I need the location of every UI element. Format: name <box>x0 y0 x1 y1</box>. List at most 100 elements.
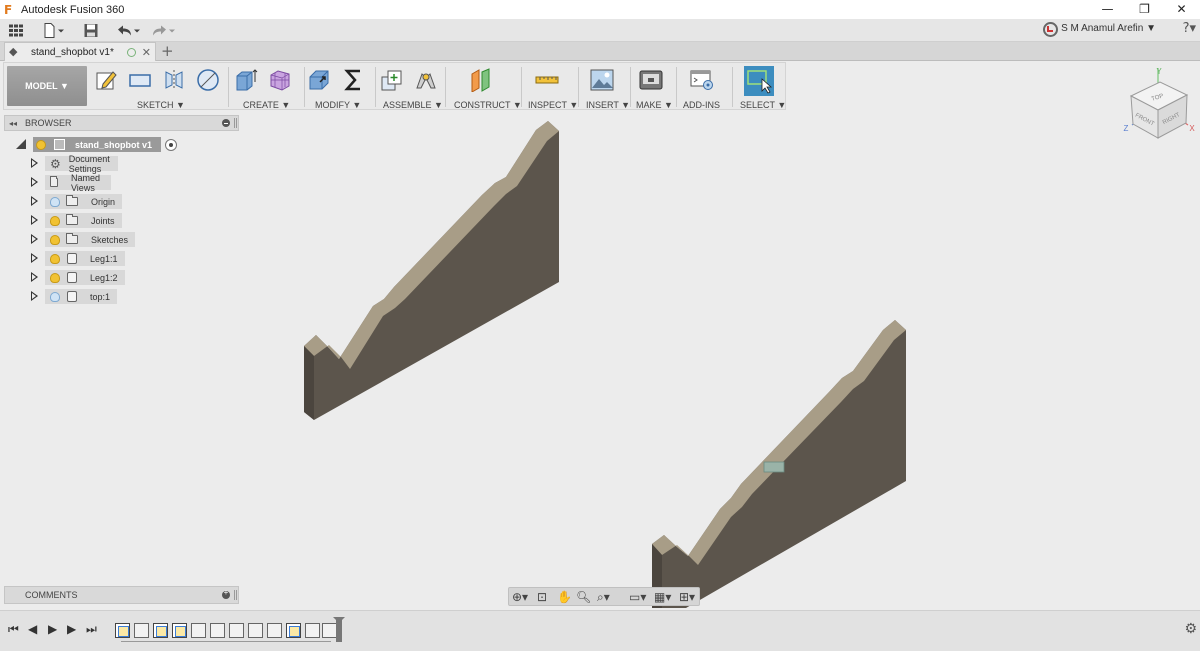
timeline-sketch-feature[interactable] <box>153 623 168 638</box>
compute-all-icon[interactable] <box>342 68 366 92</box>
root-expanded-icon[interactable] <box>16 139 26 149</box>
insert-menu-label[interactable]: INSERT ▼ <box>586 100 630 110</box>
timeline-feature[interactable] <box>210 623 225 638</box>
activate-component-icon[interactable] <box>165 139 177 151</box>
timeline-joint-feature[interactable] <box>248 623 263 638</box>
play-icon[interactable]: ▶ <box>48 622 57 636</box>
grid-settings-icon[interactable]: ▦▾ <box>654 589 671 605</box>
pan-hand-icon[interactable]: ✋ <box>557 589 572 605</box>
visibility-bulb-icon[interactable] <box>50 253 60 264</box>
timeline-component-feature[interactable] <box>229 623 244 638</box>
timeline-marker[interactable] <box>333 617 345 642</box>
undo-icon[interactable] <box>114 22 142 39</box>
timeline-component-feature[interactable] <box>322 623 337 638</box>
visibility-bulb-icon[interactable] <box>50 234 60 245</box>
visibility-bulb-icon[interactable] <box>50 291 60 302</box>
make-menu-label[interactable]: MAKE ▼ <box>636 100 673 110</box>
minimize-browser-icon[interactable] <box>222 119 230 127</box>
expand-arrow-icon[interactable] <box>31 272 38 282</box>
joint-glyph-icon[interactable] <box>763 461 785 473</box>
form-icon[interactable] <box>268 68 292 92</box>
viewports-icon[interactable]: ⊞▾ <box>679 589 695 605</box>
panel-grip-icon[interactable] <box>234 590 237 600</box>
minimize-button[interactable]: — <box>1089 0 1126 19</box>
visibility-bulb-icon[interactable] <box>50 272 60 283</box>
measure-icon[interactable] <box>535 68 559 92</box>
user-account-menu[interactable]: S M Anamul Arefin ▼ <box>1061 23 1156 34</box>
expand-arrow-icon[interactable] <box>31 177 38 187</box>
timeline-extrude-feature[interactable] <box>134 623 149 638</box>
browser-item-leg1-1[interactable]: Leg1:1 <box>45 251 125 266</box>
close-tab-icon[interactable]: ✕ <box>142 46 151 59</box>
display-settings-icon[interactable]: ▭▾ <box>629 589 646 605</box>
construct-menu-label[interactable]: CONSTRUCT ▼ <box>454 100 522 110</box>
document-tab[interactable]: ◆ stand_shopbot v1* ✕ <box>4 42 156 61</box>
browser-item-top-1[interactable]: top:1 <box>45 289 118 304</box>
browser-root-component[interactable]: stand_shopbot v1 <box>33 137 161 152</box>
data-panel-grid-icon[interactable] <box>8 22 24 39</box>
save-icon[interactable] <box>83 22 99 39</box>
modify-menu-label[interactable]: MODIFY ▼ <box>315 100 361 110</box>
select-icon[interactable] <box>744 66 774 96</box>
browser-panel-header[interactable]: ◂◂ BROWSER <box>4 115 239 131</box>
expand-arrow-icon[interactable] <box>31 196 38 206</box>
circle-icon[interactable] <box>196 68 220 92</box>
redo-icon[interactable] <box>149 22 177 39</box>
inspect-menu-label[interactable]: INSPECT ▼ <box>528 100 578 110</box>
go-to-start-icon[interactable]: ⏮ <box>8 622 19 637</box>
go-to-end-icon[interactable]: ⏭ <box>86 622 97 637</box>
timeline-feature[interactable] <box>267 623 282 638</box>
sketch-menu-label[interactable]: SKETCH ▼ <box>137 100 185 110</box>
browser-item-named-views[interactable]: Named Views <box>45 173 112 193</box>
workspace-switcher[interactable]: MODEL ▼ <box>7 66 87 106</box>
new-component-icon[interactable] <box>380 68 404 92</box>
step-forward-icon[interactable]: ▶ <box>67 622 76 636</box>
zoom-window-icon[interactable]: 🔍︎ <box>576 589 591 605</box>
create-menu-label[interactable]: CREATE ▼ <box>243 100 290 110</box>
look-at-icon[interactable]: ⊡ <box>537 589 547 605</box>
collapse-panel-icon[interactable]: ◂◂ <box>9 119 17 128</box>
browser-item-document-settings[interactable]: ⚙ Document Settings <box>45 154 119 174</box>
3d-viewport[interactable] <box>240 110 1200 608</box>
leg-1-2-body[interactable] <box>652 320 906 608</box>
job-status-icon[interactable] <box>1043 22 1058 37</box>
new-tab-button[interactable]: + <box>161 42 174 60</box>
panel-grip-icon[interactable] <box>234 118 237 128</box>
add-comment-icon[interactable] <box>222 588 230 599</box>
timeline-extrude-feature[interactable] <box>305 623 320 638</box>
comments-panel-header[interactable]: COMMENTS <box>4 586 239 604</box>
mirror-icon[interactable] <box>162 68 186 92</box>
timeline-sketch-feature[interactable] <box>172 623 187 638</box>
orbit-icon[interactable]: ⊕▾ <box>512 589 528 605</box>
assemble-menu-label[interactable]: ASSEMBLE ▼ <box>383 100 443 110</box>
timeline-sketch-feature[interactable] <box>286 623 301 638</box>
expand-arrow-icon[interactable] <box>31 234 38 244</box>
browser-item-origin[interactable]: Origin <box>45 194 123 209</box>
help-icon[interactable]: ?▾ <box>1183 21 1196 36</box>
extrude-icon[interactable] <box>234 68 258 92</box>
visibility-bulb-icon[interactable] <box>50 196 60 207</box>
offset-plane-icon[interactable] <box>469 68 493 92</box>
timeline-extrude-feature[interactable] <box>191 623 206 638</box>
close-button[interactable]: ✕ <box>1163 0 1200 19</box>
select-menu-label[interactable]: SELECT ▼ <box>740 100 786 110</box>
visibility-bulb-icon[interactable] <box>36 139 46 150</box>
step-back-icon[interactable]: ◀ <box>28 622 37 636</box>
addins-menu-label[interactable]: ADD-INS <box>683 100 720 110</box>
viewcube[interactable]: TOP FRONT RIGHT Y Z X <box>1120 64 1200 144</box>
file-menu-icon[interactable] <box>42 22 66 39</box>
leg-1-1-body[interactable] <box>304 121 559 420</box>
browser-item-sketches[interactable]: Sketches <box>45 232 136 247</box>
timeline-sketch-feature[interactable] <box>115 623 130 638</box>
scripts-addins-icon[interactable] <box>690 68 714 92</box>
expand-arrow-icon[interactable] <box>31 253 38 263</box>
create-sketch-icon[interactable] <box>95 68 119 92</box>
restore-button[interactable]: ❐ <box>1126 0 1163 19</box>
expand-arrow-icon[interactable] <box>31 215 38 225</box>
3d-print-icon[interactable] <box>639 68 663 92</box>
press-pull-icon[interactable] <box>307 68 331 92</box>
visibility-bulb-icon[interactable] <box>50 215 60 226</box>
timeline-settings-gear-icon[interactable]: ⚙ <box>1184 621 1197 637</box>
joint-icon[interactable] <box>414 68 438 92</box>
browser-item-leg1-2[interactable]: Leg1:2 <box>45 270 125 285</box>
